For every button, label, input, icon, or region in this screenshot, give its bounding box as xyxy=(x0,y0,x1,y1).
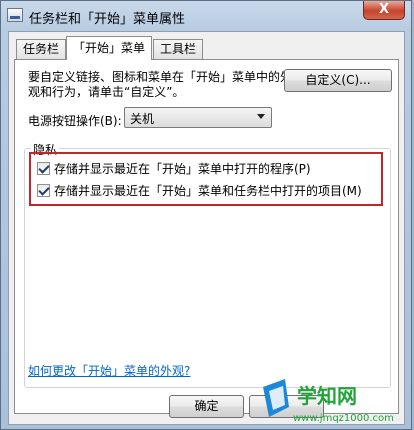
power-action-select[interactable]: 关机 xyxy=(124,107,272,128)
help-link[interactable]: 如何更改「开始」菜单的外观? xyxy=(28,362,190,379)
ok-button[interactable]: 确定 xyxy=(169,395,244,418)
check-icon xyxy=(38,184,50,196)
close-button[interactable]: X xyxy=(363,1,405,20)
watermark-brand: 学知网 xyxy=(297,384,357,408)
recent-programs-label[interactable]: 存储并显示最近在「开始」菜单中打开的程序(P) xyxy=(54,161,311,177)
customize-description: 要自定义链接、图标和菜单在「开始」菜单中的外观和行为，请单击“自定义”。 xyxy=(28,70,293,99)
watermark-logo: 学知网 www.jmqz1000.com xyxy=(263,379,394,424)
watermark-url: www.jmqz1000.com xyxy=(293,413,394,424)
window-title: 任务栏和「开始」菜单属性 xyxy=(29,12,186,27)
customize-button[interactable]: 自定义(C)... xyxy=(284,69,392,92)
recent-items-label[interactable]: 存储并显示最近在「开始」菜单和任务栏中打开的项目(M) xyxy=(54,183,362,199)
recent-programs-checkbox[interactable] xyxy=(37,162,50,175)
taskbar-properties-icon xyxy=(7,8,23,22)
check-icon xyxy=(38,162,50,174)
start-menu-panel: 要自定义链接、图标和菜单在「开始」菜单中的外观和行为，请单击“自定义”。 自定义… xyxy=(14,59,399,414)
chevron-down-icon xyxy=(257,114,265,119)
tab-start-menu[interactable]: 「开始」菜单 xyxy=(66,36,153,60)
power-action-value: 关机 xyxy=(130,112,155,126)
title-bar[interactable]: 任务栏和「开始」菜单属性 X xyxy=(1,1,411,31)
power-button-label: 电源按钮操作(B): xyxy=(28,114,122,128)
dialog-client: 任务栏 「开始」菜单 工具栏 要自定义链接、图标和菜单在「开始」菜单中的外观和行… xyxy=(8,31,405,425)
recent-items-checkbox[interactable] xyxy=(37,184,50,197)
tab-taskbar[interactable]: 任务栏 xyxy=(16,39,67,59)
properties-window: 任务栏和「开始」菜单属性 X 任务栏 「开始」菜单 工具栏 要自定义链接、图标和… xyxy=(0,0,412,430)
tab-toolbars[interactable]: 工具栏 xyxy=(153,39,204,59)
